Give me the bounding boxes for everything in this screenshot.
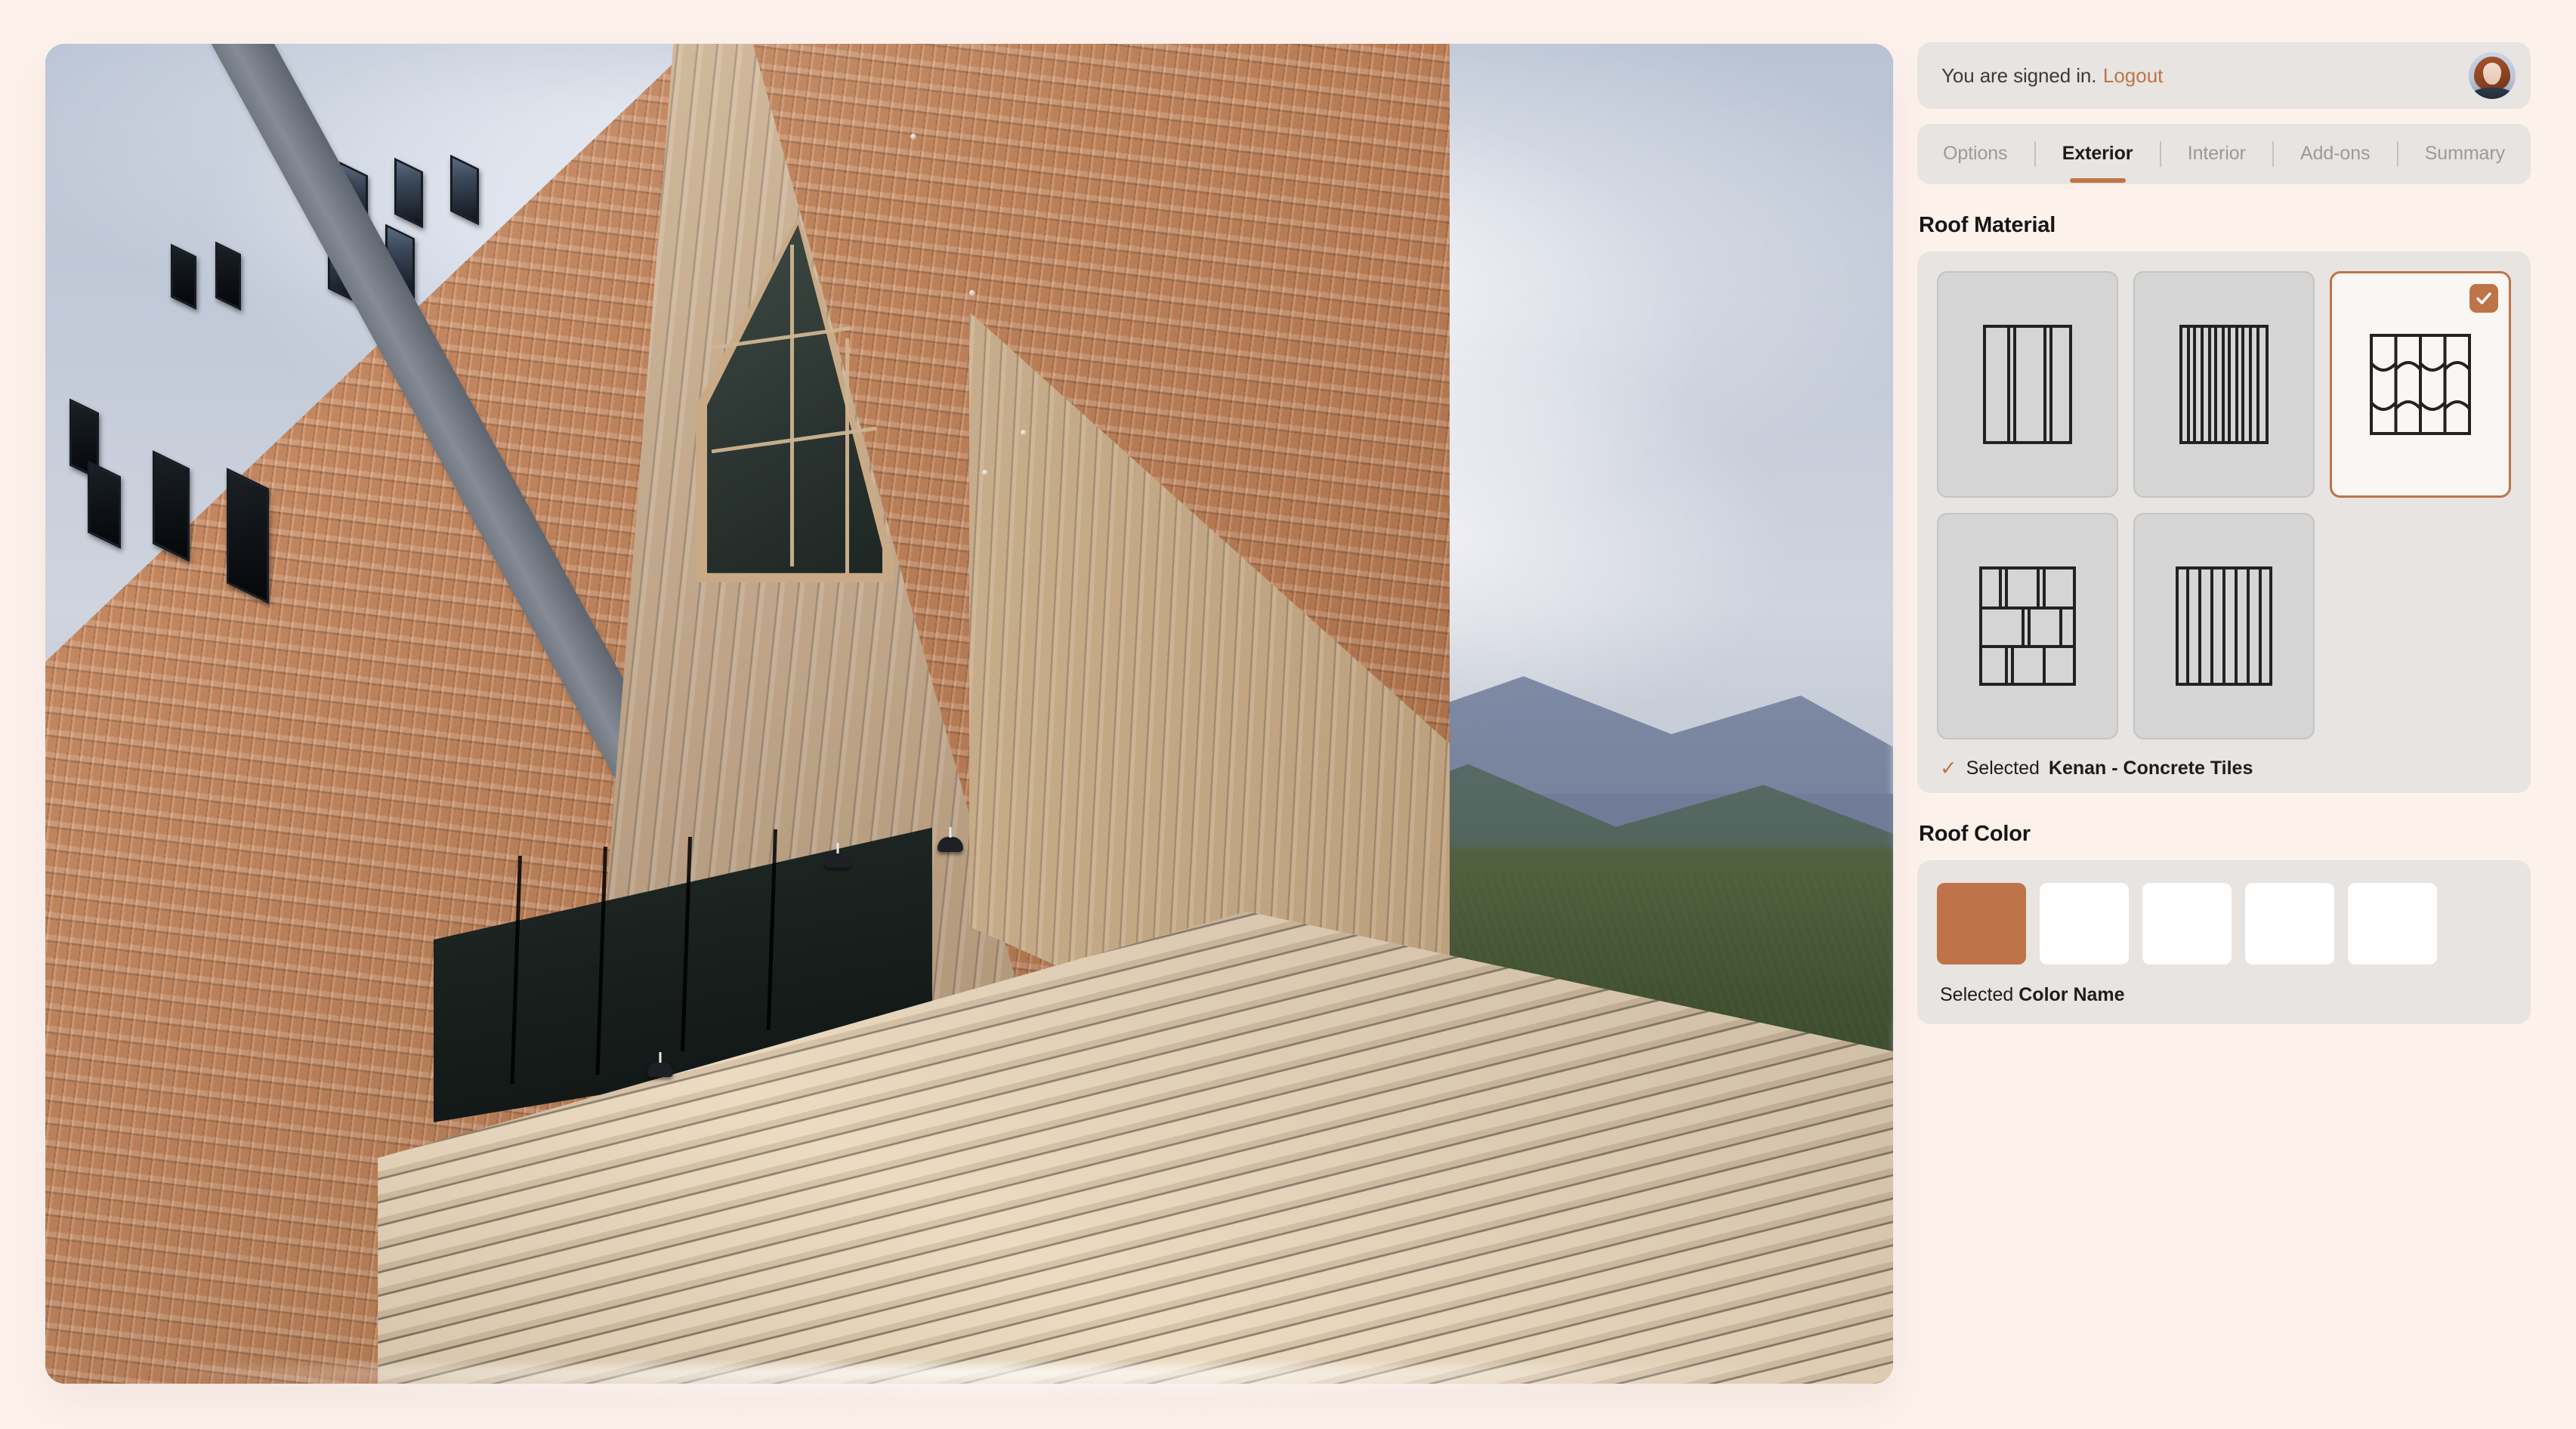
tab-interior[interactable]: Interior	[2186, 126, 2247, 183]
wall-sconce-light	[647, 1062, 674, 1078]
standing-seam-pattern-icon	[1983, 325, 2072, 444]
signed-in-text: You are signed in.	[1941, 63, 2097, 87]
material-option-standing-seam[interactable]	[1937, 271, 2118, 498]
tab-divider	[2034, 141, 2036, 167]
material-option-slate-shingles[interactable]	[1937, 513, 2118, 739]
material-option-concrete-tiles[interactable]	[2330, 271, 2511, 498]
roof-color-panel: Selected Color Name	[1917, 860, 2531, 1024]
configurator-sidebar: You are signed in. Logout Options Exteri…	[1917, 42, 2531, 1024]
roof-material-heading: Roof Material	[1919, 213, 2056, 237]
check-icon: ✓	[1940, 757, 1957, 779]
corrugated-pattern-icon	[2179, 325, 2269, 444]
app-root: You are signed in. Logout Options Exteri…	[0, 0, 2576, 1429]
tab-list: Options Exterior Interior Add-ons Summar…	[1941, 126, 2507, 183]
color-swatch-1[interactable]	[1937, 883, 2026, 964]
selected-color-name: Color Name	[2018, 984, 2125, 1005]
material-option-corrugated[interactable]	[2133, 271, 2315, 498]
concrete-tile-pattern-icon	[2370, 334, 2471, 435]
avatar[interactable]	[2469, 52, 2516, 99]
selected-material-name: Kenan - Concrete Tiles	[2048, 758, 2253, 779]
color-swatch-4[interactable]	[2245, 883, 2334, 964]
color-swatch-5[interactable]	[2348, 883, 2437, 964]
window-mullion	[845, 338, 850, 573]
wall-sconce-light	[825, 853, 851, 869]
selected-prefix-label: Selected	[1966, 758, 2040, 779]
wall-sconce-light	[937, 837, 964, 853]
tab-divider	[2396, 141, 2398, 167]
logout-link[interactable]: Logout	[2103, 64, 2164, 87]
tab-add-ons[interactable]: Add-ons	[2299, 126, 2371, 183]
skylight	[171, 243, 197, 310]
roof-color-heading: Roof Color	[1919, 822, 2031, 846]
skylight	[215, 241, 242, 310]
roof-color-selected-row: Selected Color Name	[1937, 984, 2511, 1006]
slate-shingle-pattern-icon	[1979, 566, 2076, 686]
color-swatch-2[interactable]	[2040, 883, 2129, 964]
tab-exterior[interactable]: Exterior	[2061, 126, 2135, 183]
a-frame-cabin-model	[45, 44, 1893, 1384]
vertical-batten-pattern-icon	[2176, 566, 2272, 686]
tab-divider	[2272, 141, 2274, 167]
account-bar: You are signed in. Logout	[1917, 42, 2531, 109]
roof-material-panel: ✓ Selected Kenan - Concrete Tiles	[1917, 252, 2531, 793]
tab-bar: Options Exterior Interior Add-ons Summar…	[1917, 124, 2531, 184]
skylight	[152, 450, 190, 563]
roof-material-selected-row: ✓ Selected Kenan - Concrete Tiles	[1937, 758, 2511, 779]
skylight	[88, 460, 122, 549]
viewport-container	[45, 44, 1893, 1403]
tab-options[interactable]: Options	[1941, 126, 2009, 183]
check-icon	[2476, 292, 2491, 304]
solar-panel	[449, 154, 479, 225]
selected-check-badge	[2469, 284, 2498, 313]
model-viewport-3d[interactable]	[45, 44, 1893, 1384]
selected-prefix-label: Selected	[1940, 984, 2014, 1005]
material-option-vertical-battens[interactable]	[2133, 513, 2315, 739]
avatar-body	[2472, 88, 2513, 99]
window-mullion	[789, 245, 794, 566]
skylight	[226, 468, 269, 604]
roof-color-swatch-row	[1937, 883, 2511, 964]
color-swatch-3[interactable]	[2142, 883, 2232, 964]
tab-summary[interactable]: Summary	[2423, 126, 2507, 183]
fastener-dot	[910, 133, 916, 140]
solar-panel	[394, 157, 424, 228]
account-status: You are signed in. Logout	[1941, 64, 2163, 88]
tab-divider	[2159, 141, 2161, 167]
roof-material-grid	[1937, 271, 2511, 739]
